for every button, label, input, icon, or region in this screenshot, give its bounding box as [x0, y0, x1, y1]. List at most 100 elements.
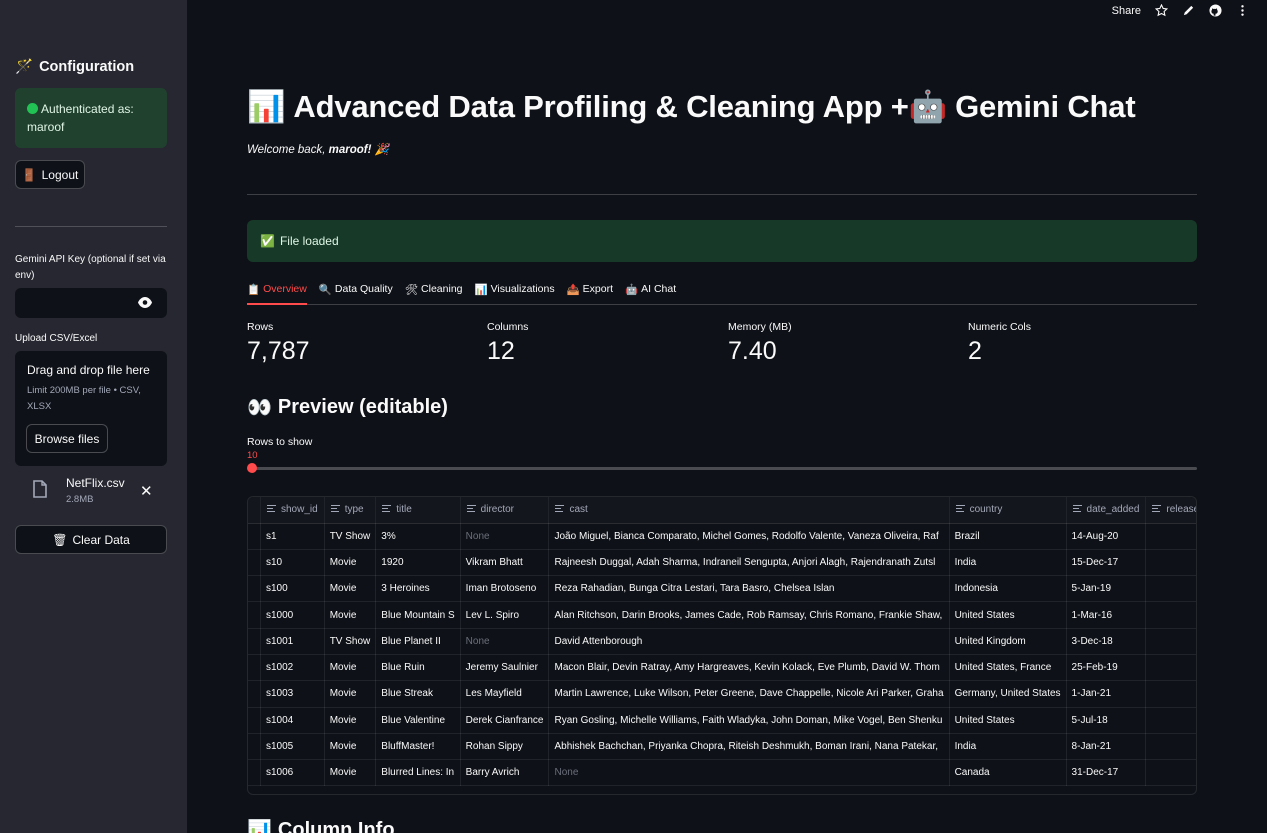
table-cell[interactable]: Movie: [324, 733, 377, 761]
table-cell[interactable]: Movie: [324, 759, 377, 787]
table-cell[interactable]: s1: [260, 523, 325, 550]
github-icon[interactable]: [1209, 4, 1222, 17]
table-cell[interactable]: 1-Mar-16: [1066, 601, 1147, 629]
table-cell[interactable]: Movie: [324, 549, 377, 577]
row-index-cell[interactable]: [248, 733, 261, 761]
table-cell[interactable]: [1145, 523, 1196, 550]
table-cell[interactable]: s10: [260, 549, 325, 577]
row-index-cell[interactable]: [248, 759, 261, 787]
table-cell[interactable]: Blue Mountain S: [375, 601, 461, 629]
rows-slider-thumb[interactable]: [247, 463, 257, 473]
table-cell[interactable]: Canada: [949, 759, 1067, 787]
table-cell[interactable]: Derek Cianfrance: [460, 707, 550, 734]
table-cell[interactable]: 1920: [375, 549, 461, 577]
table-cell[interactable]: 5-Jul-18: [1066, 707, 1147, 734]
table-cell[interactable]: s1000: [260, 601, 325, 629]
table-cell[interactable]: Blue Streak: [375, 680, 461, 708]
table-cell[interactable]: [1145, 654, 1196, 682]
table-cell[interactable]: Iman Brotoseno: [460, 575, 550, 603]
column-header-release-y[interactable]: release_y: [1145, 497, 1196, 524]
column-header-director[interactable]: director: [460, 497, 550, 524]
row-index-cell[interactable]: [248, 549, 261, 577]
table-cell[interactable]: Rohan Sippy: [460, 733, 550, 761]
column-header-show-id[interactable]: show_id: [260, 497, 325, 524]
row-index-cell[interactable]: [248, 523, 261, 550]
column-header-date-added[interactable]: date_added: [1066, 497, 1147, 524]
table-cell[interactable]: s1001: [260, 628, 325, 655]
data-editor-grid[interactable]: show_id type title director cast country date_…: [247, 496, 1197, 795]
table-cell[interactable]: Vikram Bhatt: [460, 549, 550, 577]
table-cell[interactable]: India: [949, 549, 1067, 577]
row-index-cell[interactable]: [248, 601, 261, 629]
table-cell[interactable]: Rajneesh Duggal, Adah Sharma, Indraneil …: [548, 549, 950, 577]
table-cell[interactable]: Reza Rahadian, Bunga Citra Lestari, Tara…: [548, 575, 950, 603]
table-cell[interactable]: Barry Avrich: [460, 759, 550, 787]
table-cell[interactable]: None: [460, 628, 550, 655]
table-cell[interactable]: BluffMaster!: [375, 733, 461, 761]
table-cell[interactable]: 3%: [375, 523, 461, 550]
table-cell[interactable]: s100: [260, 575, 325, 603]
file-dropzone[interactable]: Drag and drop file here Limit 200MB per …: [15, 351, 167, 466]
table-cell[interactable]: Blue Planet II: [375, 628, 461, 655]
rows-slider-track[interactable]: [252, 467, 1197, 470]
table-cell[interactable]: None: [548, 759, 950, 787]
table-cell[interactable]: s1002: [260, 654, 325, 682]
table-cell[interactable]: Lev L. Spiro: [460, 601, 550, 629]
table-cell[interactable]: 1-Jan-21: [1066, 680, 1147, 708]
table-cell[interactable]: 14-Aug-20: [1066, 523, 1147, 550]
eye-icon[interactable]: [138, 297, 152, 308]
table-cell[interactable]: s1006: [260, 759, 325, 787]
table-cell[interactable]: [1145, 733, 1196, 761]
table-cell[interactable]: Blue Ruin: [375, 654, 461, 682]
table-cell[interactable]: [1145, 601, 1196, 629]
clear-data-button[interactable]: 🗑 Clear Data: [15, 525, 167, 554]
table-cell[interactable]: Jeremy Saulnier: [460, 654, 550, 682]
table-cell[interactable]: [1145, 680, 1196, 708]
table-cell[interactable]: Abhishek Bachchan, Priyanka Chopra, Rite…: [548, 733, 950, 761]
table-cell[interactable]: Martin Lawrence, Luke Wilson, Peter Gree…: [548, 680, 950, 708]
table-cell[interactable]: Blurred Lines: In: [375, 759, 461, 787]
tab-data-quality[interactable]: 🔍 Data Quality: [319, 282, 393, 305]
table-cell[interactable]: United States: [949, 601, 1067, 629]
tab-export[interactable]: 📤 Export: [567, 282, 613, 305]
table-cell[interactable]: [1145, 759, 1196, 787]
table-cell[interactable]: India: [949, 733, 1067, 761]
column-header-type[interactable]: type: [324, 497, 377, 524]
column-header-country[interactable]: country: [949, 497, 1067, 524]
table-cell[interactable]: Les Mayfield: [460, 680, 550, 708]
table-cell[interactable]: Brazil: [949, 523, 1067, 550]
tab-visualizations[interactable]: 📊 Visualizations: [475, 282, 555, 305]
star-icon[interactable]: [1155, 4, 1168, 17]
table-cell[interactable]: Alan Ritchson, Darin Brooks, James Cade,…: [548, 601, 950, 629]
table-cell[interactable]: United Kingdom: [949, 628, 1067, 655]
row-index-cell[interactable]: [248, 680, 261, 708]
more-menu-icon[interactable]: [1236, 4, 1249, 17]
table-cell[interactable]: 8-Jan-21: [1066, 733, 1147, 761]
table-cell[interactable]: [1145, 628, 1196, 655]
edit-pencil-icon[interactable]: [1182, 4, 1195, 17]
table-cell[interactable]: 25-Feb-19: [1066, 654, 1147, 682]
table-cell[interactable]: 3 Heroines: [375, 575, 461, 603]
tab-overview[interactable]: 📋 Overview: [247, 282, 307, 305]
table-cell[interactable]: Movie: [324, 680, 377, 708]
table-cell[interactable]: United States: [949, 707, 1067, 734]
table-cell[interactable]: s1004: [260, 707, 325, 734]
row-index-cell[interactable]: [248, 628, 261, 655]
column-header-cast[interactable]: cast: [548, 497, 950, 524]
row-index-cell[interactable]: [248, 654, 261, 682]
table-cell[interactable]: Indonesia: [949, 575, 1067, 603]
tab-cleaning[interactable]: 🛠 Cleaning: [405, 282, 463, 305]
table-cell[interactable]: TV Show: [324, 523, 377, 550]
table-cell[interactable]: David Attenborough: [548, 628, 950, 655]
table-cell[interactable]: 3-Dec-18: [1066, 628, 1147, 655]
table-cell[interactable]: s1003: [260, 680, 325, 708]
table-cell[interactable]: 15-Dec-17: [1066, 549, 1147, 577]
table-cell[interactable]: s1005: [260, 733, 325, 761]
row-index-cell[interactable]: [248, 707, 261, 734]
table-cell[interactable]: Ryan Gosling, Michelle Williams, Faith W…: [548, 707, 950, 734]
table-cell[interactable]: Macon Blair, Devin Ratray, Amy Hargreave…: [548, 654, 950, 682]
table-cell[interactable]: Germany, United States: [949, 680, 1067, 708]
table-cell[interactable]: Blue Valentine: [375, 707, 461, 734]
row-index-cell[interactable]: [248, 575, 261, 603]
table-cell[interactable]: None: [460, 523, 550, 550]
